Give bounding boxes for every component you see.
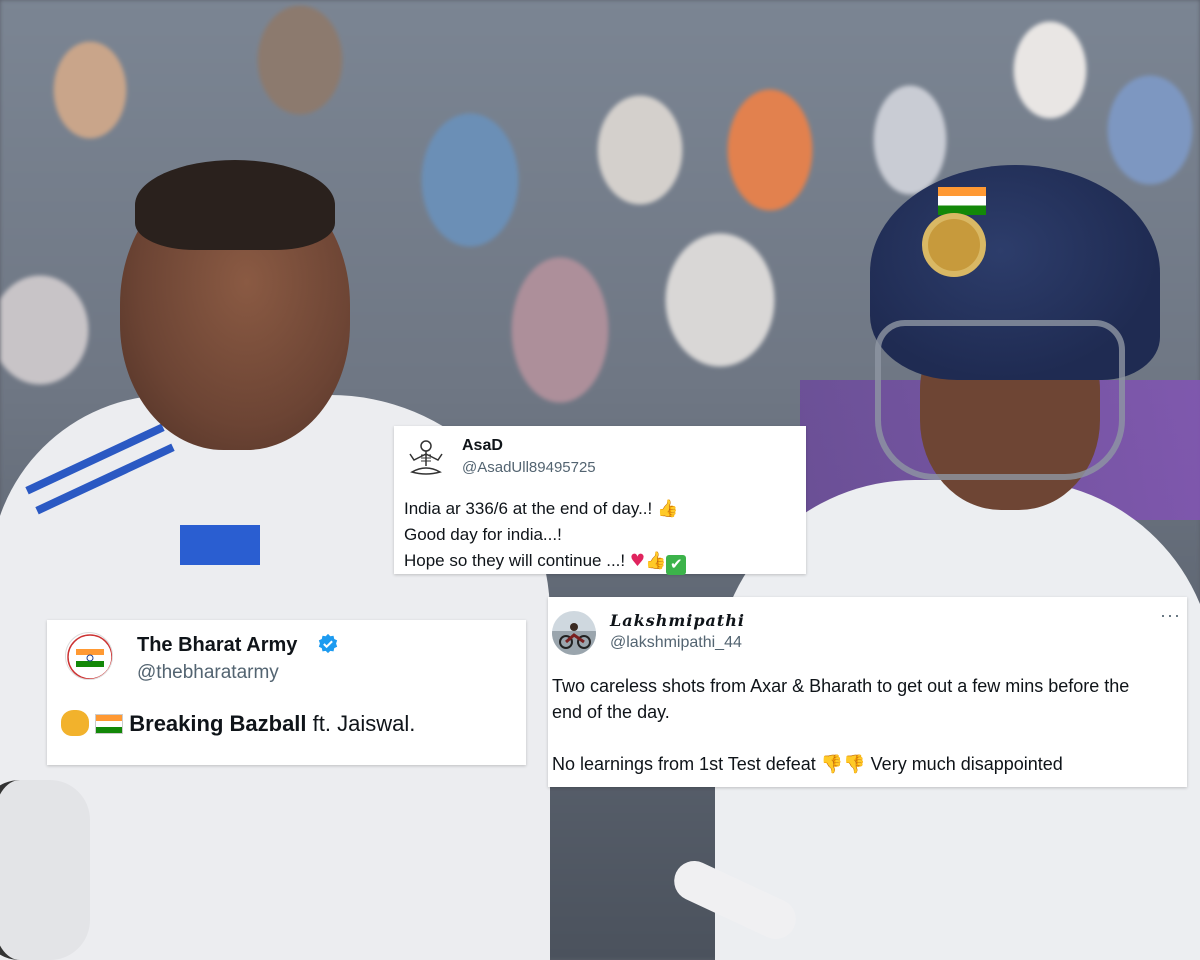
tweet-card-lakshmipathi[interactable]: Lakshmipathi @lakshmipathi_44 ··· Two ca…: [548, 597, 1187, 787]
tweet-line: India ar 336/6 at the end of day..!: [404, 499, 653, 518]
bcci-logo-icon: [922, 213, 986, 277]
india-flag-icon: [95, 714, 124, 734]
bharat-army-logo-icon[interactable]: [65, 632, 113, 680]
check-mark-icon: ✔: [666, 555, 687, 575]
batting-glove: [0, 780, 90, 960]
tweet-card-bharat-army[interactable]: The Bharat Army @thebharatarmy Breaking …: [47, 620, 526, 765]
thumbs-down-icon: 👎👎: [820, 754, 866, 775]
tweet-text: Breaking Bazball ft. Jaiswal.: [61, 710, 415, 737]
tweet-card-asad[interactable]: AsaD @AsadUll89495725 India ar 336/6 at …: [394, 426, 806, 575]
helmet-flag-icon: [938, 187, 986, 215]
author-handle[interactable]: @AsadUll89495725: [462, 459, 596, 476]
author-handle[interactable]: @lakshmipathi_44: [610, 634, 742, 652]
clapping-hands-icon: [61, 710, 89, 736]
meditating-skeleton-icon[interactable]: [404, 436, 448, 480]
thumbs-up-icon: 👍: [657, 499, 679, 519]
tweet-line: end of the day.: [552, 702, 670, 722]
thumbs-up-icon: 👍: [645, 551, 667, 571]
tweet-bold-text: Breaking Bazball: [129, 711, 307, 736]
heart-icon: ♥: [629, 551, 646, 571]
tweet-line: Hope so they will continue ...!: [404, 551, 626, 570]
author-handle[interactable]: @thebharatarmy: [137, 662, 279, 684]
tweet-line: Two careless shots from Axar & Bharath t…: [552, 676, 1130, 696]
more-options-icon[interactable]: ···: [1160, 605, 1181, 626]
tweet-line: Very much disappointed: [870, 754, 1063, 774]
author-name[interactable]: AsaD: [462, 437, 503, 455]
batter-left-hair: [135, 160, 335, 250]
tweet-text: India ar 336/6 at the end of day..! 👍 Go…: [404, 496, 687, 575]
motorcycle-photo-icon[interactable]: [552, 611, 596, 655]
author-name[interactable]: The Bharat Army: [137, 634, 297, 657]
tweet-rest-text: ft. Jaiswal.: [306, 711, 416, 736]
tweet-line: Good day for india...!: [404, 525, 562, 544]
verified-badge-icon: [318, 633, 338, 654]
tweet-line: No learnings from 1st Test defeat: [552, 754, 816, 774]
tweet-text: Two careless shots from Axar & Bharath t…: [552, 673, 1129, 778]
author-name[interactable]: Lakshmipathi: [610, 611, 745, 630]
helmet-grille: [875, 320, 1125, 480]
